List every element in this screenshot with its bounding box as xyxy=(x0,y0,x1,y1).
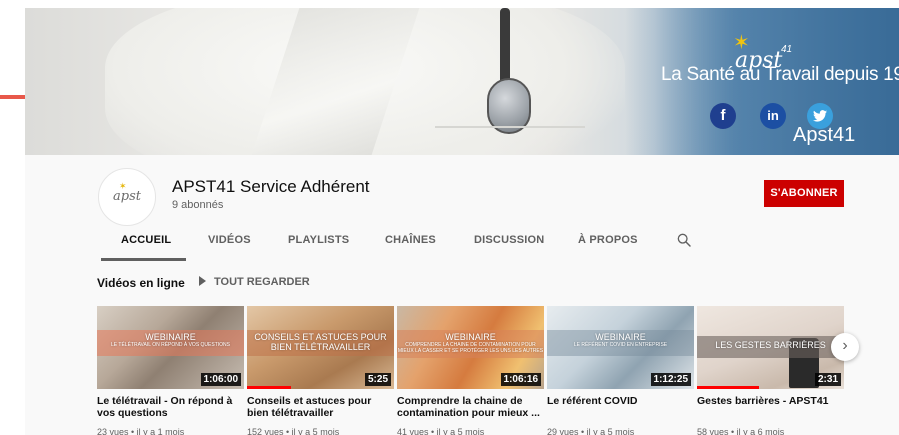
linkedin-icon[interactable]: in xyxy=(760,103,786,129)
thumbnail-overlay-sub: LE RÉFÉRENT COVID EN ENTREPRISE xyxy=(573,342,668,348)
video-title[interactable]: Gestes barrières - APST41 xyxy=(697,395,844,419)
video-meta: 58 vues • il y a 6 mois xyxy=(697,427,785,435)
thumbnail-overlay-title: WEBINAIRE xyxy=(595,332,646,342)
video-thumbnail[interactable]: WEBINAIRE COMPRENDRE LA CHAINE DE CONTAM… xyxy=(397,306,544,389)
video-title[interactable]: Comprendre la chaine de contamination po… xyxy=(397,395,544,419)
tab-playlists[interactable]: PLAYLISTS xyxy=(288,234,349,246)
thumbnail-overlay-title: CONSEILS ET ASTUCES POUR BIEN TÉLÉTRAVAI… xyxy=(254,332,387,352)
watch-progress-bar xyxy=(697,386,759,389)
search-icon[interactable] xyxy=(676,232,692,248)
video-duration: 5:25 xyxy=(364,373,391,386)
video-card[interactable]: LES GESTES BARRIÈRES 2:31 Gestes barrièr… xyxy=(697,306,844,435)
avatar-text: apst xyxy=(113,189,141,204)
banner-pocket xyxy=(435,126,585,155)
subscriber-count: 9 abonnés xyxy=(172,199,224,211)
video-meta: 152 vues • il y a 5 mois xyxy=(247,427,340,435)
tab-discussion[interactable]: DISCUSSION xyxy=(474,234,544,246)
thumbnail-overlay-sub: COMPRENDRE LA CHAINE DE CONTAMINATION PO… xyxy=(397,342,544,354)
subscribe-button[interactable]: S'ABONNER xyxy=(764,180,844,207)
avatar[interactable]: ✶ apst xyxy=(98,168,156,226)
banner-handle: Apst41 xyxy=(793,124,856,146)
thumbnail-overlay: WEBINAIRE LE RÉFÉRENT COVID EN ENTREPRIS… xyxy=(547,332,694,348)
video-thumbnail[interactable]: LES GESTES BARRIÈRES 2:31 xyxy=(697,306,844,389)
thumbnail-overlay-title: LES GESTES BARRIÈRES xyxy=(715,340,826,350)
thumbnail-overlay: CONSEILS ET ASTUCES POUR BIEN TÉLÉTRAVAI… xyxy=(247,332,394,352)
tab-accueil[interactable]: ACCUEIL xyxy=(121,234,171,246)
video-meta: 29 vues • il y a 5 mois xyxy=(547,427,635,435)
thumbnail-overlay: LES GESTES BARRIÈRES xyxy=(697,340,844,350)
video-card[interactable]: WEBINAIRE LE TÉLÉTRAVAIL ON RÉPOND À VOS… xyxy=(97,306,244,435)
thumbnail-overlay-title: WEBINAIRE xyxy=(445,332,496,342)
video-title[interactable]: Conseils et astuces pour bien télétravai… xyxy=(247,395,394,419)
thumbnail-overlay: WEBINAIRE LE TÉLÉTRAVAIL ON RÉPOND À VOS… xyxy=(97,332,244,348)
thumbnail-overlay-title: WEBINAIRE xyxy=(145,332,196,342)
banner-tagline: La Santé au Travail depuis 1947 xyxy=(661,64,899,85)
video-duration: 2:31 xyxy=(814,373,841,386)
tab-videos[interactable]: VIDÉOS xyxy=(208,234,251,246)
thumbnail-overlay: WEBINAIRE COMPRENDRE LA CHAINE DE CONTAM… xyxy=(397,332,544,354)
left-edge-accent xyxy=(0,95,25,99)
channel-header: ✶ apst APST41 Service Adhérent 9 abonnés… xyxy=(25,155,899,261)
video-card[interactable]: CONSEILS ET ASTUCES POUR BIEN TÉLÉTRAVAI… xyxy=(247,306,394,435)
video-meta: 23 vues • il y a 1 mois xyxy=(97,427,185,435)
youtube-channel-page: ✶ apst 41 La Santé au Travail depuis 194… xyxy=(0,0,899,435)
video-thumbnail[interactable]: WEBINAIRE LE TÉLÉTRAVAIL ON RÉPOND À VOS… xyxy=(97,306,244,389)
chevron-right-icon[interactable]: › xyxy=(831,333,859,361)
video-title[interactable]: Le référent COVID xyxy=(547,395,694,419)
tab-a-propos[interactable]: À PROPOS xyxy=(578,234,638,246)
home-content: Vidéos en ligne TOUT REGARDER WEBINAIRE … xyxy=(25,261,899,435)
video-duration: 1:06:16 xyxy=(500,373,541,386)
section-title: Vidéos en ligne xyxy=(97,276,185,290)
channel-name: APST41 Service Adhérent xyxy=(172,177,370,196)
video-meta: 41 vues • il y a 5 mois xyxy=(397,427,485,435)
thumbnail-overlay-sub: LE TÉLÉTRAVAIL ON RÉPOND À VOS QUESTIONS xyxy=(110,342,230,348)
video-duration: 1:06:00 xyxy=(200,373,241,386)
watch-progress-bar xyxy=(247,386,292,389)
video-thumbnail[interactable]: CONSEILS ET ASTUCES POUR BIEN TÉLÉTRAVAI… xyxy=(247,306,394,389)
banner-brand-sup: 41 xyxy=(781,44,793,55)
channel-tabs: ACCUEIL VIDÉOS PLAYLISTS CHAÎNES DISCUSS… xyxy=(25,227,899,261)
video-thumbnail[interactable]: WEBINAIRE LE RÉFÉRENT COVID EN ENTREPRIS… xyxy=(547,306,694,389)
video-duration: 1:12:25 xyxy=(650,373,691,386)
tab-chaines[interactable]: CHAÎNES xyxy=(385,234,436,246)
video-title[interactable]: Le télétravail - On répond à vos questio… xyxy=(97,395,244,419)
play-all-button[interactable]: TOUT REGARDER xyxy=(199,276,310,288)
play-all-label: TOUT REGARDER xyxy=(214,276,310,288)
channel-banner: ✶ apst 41 La Santé au Travail depuis 194… xyxy=(25,8,899,155)
video-card[interactable]: WEBINAIRE LE RÉFÉRENT COVID EN ENTREPRIS… xyxy=(547,306,694,435)
video-card[interactable]: WEBINAIRE COMPRENDRE LA CHAINE DE CONTAM… xyxy=(397,306,544,435)
twitter-bird-icon xyxy=(813,110,827,122)
facebook-icon[interactable]: f xyxy=(710,103,736,129)
play-icon xyxy=(199,276,206,286)
stethoscope-tube xyxy=(500,8,510,88)
